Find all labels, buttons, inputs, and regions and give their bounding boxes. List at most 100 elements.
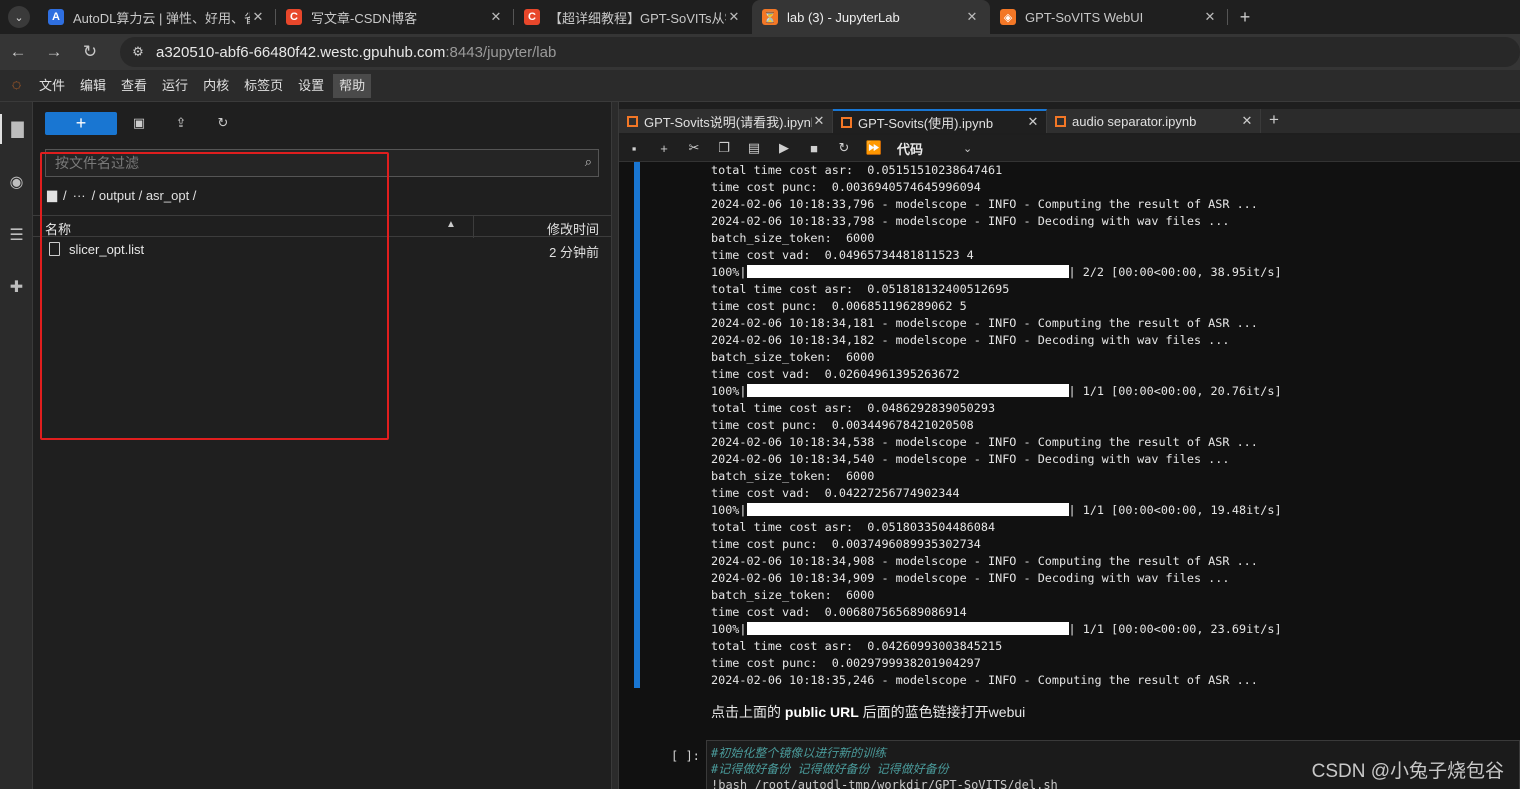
column-divider[interactable] bbox=[473, 216, 474, 238]
file-filter-input[interactable] bbox=[46, 150, 598, 176]
table-of-contents-icon[interactable]: ☰ bbox=[0, 220, 33, 250]
browser-tab[interactable]: A AutoDL算力云 | 弹性、好用、省 ✕ bbox=[38, 0, 276, 34]
refresh-icon[interactable]: ↻ bbox=[212, 113, 234, 135]
copy-icon[interactable]: ❐ bbox=[709, 140, 739, 156]
browser-tab[interactable]: ◈ GPT-SoVITS WebUI ✕ bbox=[990, 0, 1228, 34]
file-row[interactable]: slicer_opt.list 2 分钟前 bbox=[33, 240, 611, 260]
new-tab-button[interactable]: + bbox=[1228, 0, 1262, 34]
output-line: 2024-02-06 10:18:34,182 - modelscope - I… bbox=[711, 333, 1230, 347]
notebook-tabbar: GPT-Sovits说明(请看我).ipynb ✕ GPT-Sovits(使用).i… bbox=[619, 109, 1520, 133]
running-kernels-icon[interactable]: ◉ bbox=[0, 167, 33, 197]
run-all-icon[interactable]: ⏩ bbox=[859, 140, 889, 156]
upload-icon[interactable]: ⇪ bbox=[170, 113, 192, 135]
output-line: 100%| | 2/2 [00:00<00:00, 38.95it/s] bbox=[711, 265, 1282, 279]
close-icon[interactable]: ✕ bbox=[488, 9, 504, 25]
panel-splitter[interactable] bbox=[611, 102, 619, 789]
chevron-down-icon: ⌄ bbox=[8, 6, 30, 28]
chevron-down-icon[interactable]: ⌄ bbox=[963, 142, 972, 155]
browser-tab-title: lab (3) - JupyterLab bbox=[787, 9, 900, 25]
cut-icon[interactable]: ✂ bbox=[679, 140, 709, 156]
menu-item[interactable]: 运行 bbox=[156, 74, 194, 98]
notebook-tab[interactable]: GPT-Sovits(使用).ipynb ✕ bbox=[833, 109, 1047, 133]
menu-item[interactable]: 编辑 bbox=[74, 74, 112, 98]
paste-icon[interactable]: ▤ bbox=[739, 140, 769, 156]
csdn-watermark: CSDN @小兔子烧包谷 bbox=[1311, 761, 1504, 782]
cell-prompt: [ ]: bbox=[671, 749, 700, 763]
browser-tab-title: GPT-SoVITS WebUI bbox=[1025, 9, 1144, 25]
file-name[interactable]: slicer_opt.list bbox=[69, 242, 144, 257]
output-line: time cost punc: 0.0029799938201904297 bbox=[711, 656, 981, 670]
cell-type-select[interactable]: 代码 bbox=[897, 139, 923, 158]
output-line: time cost punc: 0.003449678421020508 bbox=[711, 418, 974, 432]
output-line: time cost punc: 0.0036940574645996094 bbox=[711, 180, 981, 194]
close-icon[interactable]: ✕ bbox=[726, 9, 742, 25]
notebook-body: total time cost asr: 0.05151510238647461… bbox=[619, 162, 1520, 789]
column-name-header[interactable]: 名称 bbox=[45, 219, 71, 238]
new-folder-icon[interactable]: ▣ bbox=[128, 113, 150, 135]
close-icon[interactable]: ✕ bbox=[250, 9, 266, 25]
extension-puzzle-icon[interactable]: ✚ bbox=[0, 272, 33, 302]
run-icon[interactable]: ▶ bbox=[769, 140, 799, 156]
browser-tab[interactable]: ⏳ lab (3) - JupyterLab ✕ bbox=[752, 0, 990, 34]
close-icon[interactable]: ✕ bbox=[1202, 9, 1218, 25]
notebook-tab[interactable]: audio separator.ipynb ✕ bbox=[1047, 109, 1261, 133]
browser-tab[interactable]: C 【超详细教程】GPT-SoVITs从零 ✕ bbox=[514, 0, 752, 34]
breadcrumb-root[interactable]: / bbox=[63, 188, 67, 203]
close-icon[interactable]: ✕ bbox=[812, 113, 826, 129]
notebook-toolbar: ▪ + ✂ ❐ ▤ ▶ ■ ↻ ⏩ 代码 ⌄ bbox=[619, 135, 1520, 162]
notebook-icon bbox=[1055, 115, 1066, 127]
close-icon[interactable]: ✕ bbox=[1240, 113, 1254, 129]
folder-icon[interactable]: ▇ bbox=[0, 114, 33, 144]
restart-icon[interactable]: ↻ bbox=[829, 140, 859, 156]
close-icon[interactable]: ✕ bbox=[964, 9, 980, 25]
progress-bar bbox=[746, 384, 1069, 397]
forward-icon[interactable]: → bbox=[36, 42, 72, 62]
site-info-icon[interactable]: ⚙ bbox=[120, 44, 156, 60]
output-line: 2024-02-06 10:18:34,909 - modelscope - I… bbox=[711, 571, 1230, 585]
back-icon[interactable]: ← bbox=[0, 42, 36, 62]
output-collapser[interactable] bbox=[634, 162, 640, 688]
close-icon[interactable]: ✕ bbox=[1026, 114, 1040, 130]
output-line: 2024-02-06 10:18:33,798 - modelscope - I… bbox=[711, 214, 1230, 228]
browser-tab[interactable]: C 写文章-CSDN博客 ✕ bbox=[276, 0, 514, 34]
url-omnibox[interactable]: ⚙ a320510-abf6-66480f42.westc.gpuhub.com… bbox=[120, 37, 1520, 67]
menu-item[interactable]: 内核 bbox=[197, 74, 235, 98]
breadcrumb-path[interactable]: / output / asr_opt / bbox=[92, 188, 197, 203]
output-line: 100%| | 1/1 [00:00<00:00, 19.48it/s] bbox=[711, 503, 1282, 517]
file-browser-toolbar: + ▣ ⇪ ↻ bbox=[33, 110, 611, 136]
tab-search-button[interactable]: ⌄ bbox=[0, 0, 38, 34]
breadcrumb-ellipsis[interactable]: ··· bbox=[73, 188, 86, 203]
menu-item[interactable]: 查看 bbox=[115, 74, 153, 98]
menu-item[interactable]: 帮助 bbox=[333, 73, 372, 98]
notebook-tab-title: GPT-Sovits说明(请看我).ipynb bbox=[644, 114, 812, 130]
output-line: time cost punc: 0.006851196289062 5 bbox=[711, 299, 967, 313]
output-line: 2024-02-06 10:18:35,246 - modelscope - I… bbox=[711, 673, 1258, 687]
url-text[interactable]: a320510-abf6-66480f42.westc.gpuhub.com:8… bbox=[156, 44, 556, 61]
menu-item[interactable]: 文件 bbox=[33, 74, 71, 98]
menu-item[interactable]: 设置 bbox=[292, 74, 330, 98]
menu-item[interactable]: 标签页 bbox=[238, 74, 289, 98]
output-line: 2024-02-06 10:18:34,540 - modelscope - I… bbox=[711, 452, 1230, 466]
stop-icon[interactable]: ■ bbox=[799, 141, 829, 156]
output-line: 2024-02-06 10:18:34,908 - modelscope - I… bbox=[711, 554, 1258, 568]
progress-bar bbox=[746, 503, 1069, 516]
save-icon[interactable]: ▪ bbox=[619, 141, 649, 156]
left-activity-bar: ▇ ◉ ☰ ✚ bbox=[0, 102, 33, 789]
output-line: time cost punc: 0.0037496089935302734 bbox=[711, 537, 981, 551]
new-launcher-button[interactable]: + bbox=[45, 112, 117, 135]
add-tab-button[interactable]: + bbox=[1261, 109, 1287, 133]
markdown-cell[interactable]: 点击上面的 public URL 后面的蓝色链接打开webui bbox=[711, 702, 1025, 722]
favicon-icon: ◈ bbox=[1000, 9, 1016, 25]
file-list-header: 名称 ▲ 修改时间 bbox=[33, 215, 611, 238]
file-modified: 2 分钟前 bbox=[549, 245, 599, 260]
home-folder-icon[interactable]: ▆ bbox=[47, 187, 57, 203]
notebook-icon bbox=[627, 115, 638, 127]
reload-icon[interactable]: ↻ bbox=[72, 42, 108, 62]
jupyter-logo-icon: ◌ bbox=[11, 76, 22, 94]
notebook-tab-title: GPT-Sovits(使用).ipynb bbox=[858, 115, 994, 131]
output-line: total time cost asr: 0.0486292839050293 bbox=[711, 401, 996, 415]
insert-cell-icon[interactable]: + bbox=[649, 141, 679, 156]
sort-ascending-icon[interactable]: ▲ bbox=[446, 219, 456, 230]
column-modified-header[interactable]: 修改时间 bbox=[547, 219, 599, 238]
notebook-tab[interactable]: GPT-Sovits说明(请看我).ipynb ✕ bbox=[619, 109, 833, 133]
